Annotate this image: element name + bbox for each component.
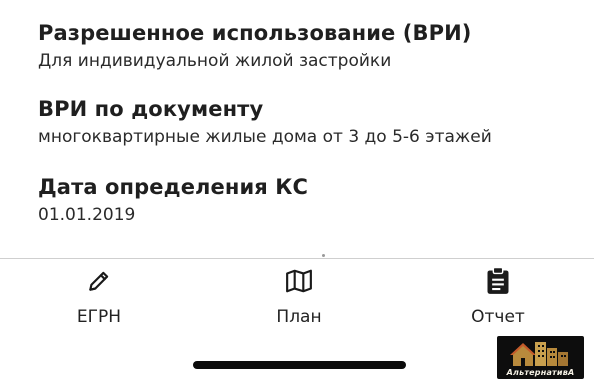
map-icon: [239, 267, 359, 295]
document-use-value: многоквартирные жилые дома от 3 до 5-6 э…: [38, 127, 492, 147]
tab-egrn[interactable]: ЕГРН: [39, 267, 159, 327]
property-details: Разрешенное использование (ВРИ) Для инди…: [0, 0, 594, 258]
home-indicator: [193, 361, 406, 369]
document-use-section: ВРИ по документу многоквартирные жилые д…: [38, 97, 492, 147]
tab-plan-label: План: [276, 307, 322, 327]
document-use-label: ВРИ по документу: [38, 97, 264, 121]
permitted-use-value: Для индивидуальной жилой застройки: [38, 51, 392, 71]
cadastral-date-section: Дата определения КС 01.01.2019: [38, 175, 308, 225]
watermark-text: АльтернативА: [506, 368, 575, 377]
cadastral-date-label: Дата определения КС: [38, 175, 309, 199]
tab-report[interactable]: Отчет: [438, 267, 558, 327]
cadastral-date-value: 01.01.2019: [38, 205, 136, 225]
bottom-tab-bar: ЕГРН План Отчет: [0, 259, 594, 339]
clipboard-icon: [438, 267, 558, 295]
watermark-logo: АльтернативА: [497, 336, 584, 379]
scroll-indicator: [322, 254, 325, 257]
pencil-icon: [39, 267, 159, 295]
permitted-use-section: Разрешенное использование (ВРИ) Для инди…: [38, 21, 471, 71]
tab-egrn-label: ЕГРН: [76, 307, 122, 327]
buildings-icon: [510, 342, 568, 366]
permitted-use-label: Разрешенное использование (ВРИ): [38, 21, 472, 45]
tab-plan[interactable]: План: [239, 267, 359, 327]
tab-report-label: Отчет: [471, 307, 525, 327]
